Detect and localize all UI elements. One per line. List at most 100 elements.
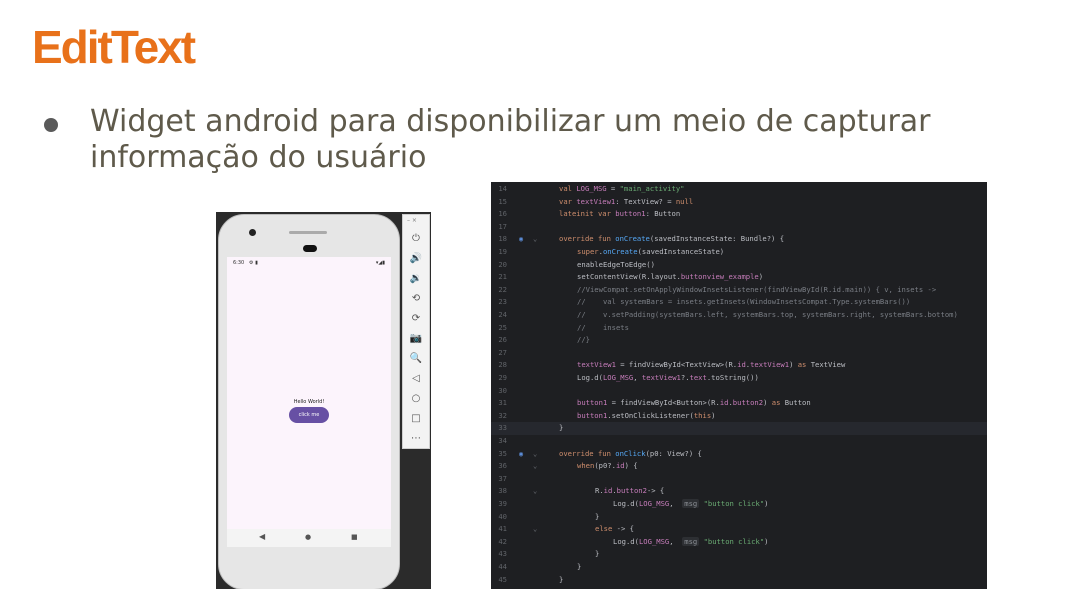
code-line: 35 ◉ ⌄ override fun onClick(p0: View?) {	[491, 448, 987, 461]
line-number: 43	[498, 549, 507, 559]
line-number: 24	[498, 310, 507, 319]
camera-screenshot-icon[interactable]: 📷	[408, 331, 424, 347]
override-gutter-icon[interactable]: ◉	[519, 233, 523, 246]
code-text: button1.setOnClickListener(this)	[577, 410, 716, 420]
line-number: 23	[498, 297, 507, 307]
recents-nav-icon[interactable]: ■	[351, 533, 358, 541]
override-gutter-icon[interactable]: ◉	[519, 448, 523, 461]
click-me-button[interactable]: click me	[289, 407, 329, 423]
line-number: 17	[498, 221, 507, 231]
line-number: 15	[498, 196, 507, 206]
code-text: lateinit var button1: Button	[559, 209, 681, 219]
back-nav-icon[interactable]: ◀	[259, 532, 265, 541]
speaker-grill	[289, 231, 327, 234]
status-time: 6:30	[233, 260, 245, 266]
code-text: }	[577, 562, 582, 571]
bullet-dot	[44, 118, 58, 132]
phone-screen: 6:30 ⚙ ▮ ▾◢▮ Hello World! click me	[227, 257, 391, 547]
zoom-icon[interactable]: 🔍	[408, 351, 424, 367]
code-line: 42 Log.d(LOG_MSG, msg "button click")	[491, 536, 987, 549]
code-text: when(p0?.id) {	[577, 461, 638, 471]
fold-chevron-icon[interactable]: ⌄	[533, 448, 537, 461]
code-text: Log.d(LOG_MSG, textView1?.text.toString(…	[577, 373, 759, 382]
code-text: super.onCreate(savedInstanceState)	[577, 247, 725, 256]
code-line: 45}	[491, 574, 987, 587]
code-line: 41 ⌄ else -> {	[491, 523, 987, 536]
line-number: 16	[498, 209, 507, 219]
code-line: 16 lateinit var button1: Button	[491, 208, 987, 221]
home-icon[interactable]: ○	[408, 391, 424, 407]
code-line: 19 super.onCreate(savedInstanceState)	[491, 246, 987, 259]
code-text: Log.d(LOG_MSG, msg "button click")	[613, 536, 769, 546]
volume-down-icon[interactable]: 🔉	[408, 271, 424, 287]
volume-up-icon[interactable]: 🔊	[408, 251, 424, 267]
code-line: 29 Log.d(LOG_MSG, textView1?.text.toStrin…	[491, 372, 987, 385]
code-line: 27	[491, 347, 987, 360]
code-line: 23 // val systemBars = insets.getInsets(W…	[491, 296, 987, 309]
fold-chevron-icon[interactable]: ⌄	[533, 485, 537, 498]
code-line: 37	[491, 473, 987, 486]
slide-title: EditText	[32, 21, 196, 73]
power-icon[interactable]: ⏻	[408, 231, 424, 247]
code-text: }	[559, 574, 564, 584]
line-number: 34	[498, 436, 507, 445]
code-editor-screenshot: 14 val LOG_MSG = "main_activity" 15 var tex…	[491, 182, 987, 589]
code-text: else -> {	[595, 524, 634, 534]
line-number: 22	[498, 284, 507, 294]
code-text: // insets	[577, 322, 629, 332]
line-number: 26	[498, 335, 507, 345]
code-text: enableEdgeToEdge()	[577, 259, 655, 269]
code-text: val LOG_MSG = "main_activity"	[559, 184, 685, 193]
line-number: 37	[498, 473, 507, 483]
hello-text: Hello World!	[293, 399, 325, 405]
line-number: 30	[498, 385, 507, 395]
code-line: 25 // insets	[491, 322, 987, 335]
code-line: 32 button1.setOnClickListener(this)	[491, 410, 987, 423]
more-icon[interactable]: ⋯	[408, 431, 424, 447]
line-number: 28	[498, 360, 507, 370]
earpiece	[303, 245, 317, 252]
signal-icon: ▾◢▮	[375, 260, 385, 266]
line-number: 19	[498, 247, 507, 256]
window-controls[interactable]: – ×	[407, 217, 417, 224]
code-line: 28 textView1 = findViewById<TextView>(R.i…	[491, 359, 987, 372]
status-bar: 6:30 ⚙ ▮ ▾◢▮	[227, 257, 391, 269]
code-line: 30	[491, 385, 987, 398]
code-line: 14 val LOG_MSG = "main_activity"	[491, 183, 987, 196]
line-number: 39	[498, 499, 507, 508]
code-text: R.id.button2-> {	[595, 486, 665, 496]
rotate-left-icon[interactable]: ⟲	[408, 291, 424, 307]
code-line: 44}	[491, 561, 987, 574]
line-number: 32	[498, 410, 507, 420]
code-text: var textView1: TextView? = null	[559, 196, 694, 206]
code-line: 33}	[491, 422, 987, 435]
line-number: 36	[498, 461, 507, 471]
code-line: 22 //ViewCompat.setOnApplyWindowInsetsLis…	[491, 284, 987, 297]
home-nav-icon[interactable]: ●	[305, 533, 311, 541]
code-text: }	[595, 511, 600, 521]
bullet-text: Widget android para disponibilizar um me…	[90, 104, 931, 175]
line-number: 21	[498, 272, 507, 282]
line-number: 35	[498, 448, 507, 458]
code-line: 20 enableEdgeToEdge()	[491, 259, 987, 272]
line-number: 14	[498, 184, 507, 193]
overview-icon[interactable]: □	[408, 411, 424, 427]
fold-chevron-icon[interactable]: ⌄	[533, 233, 537, 246]
emulator-toolbar: – × ⏻ 🔊 🔉 ⟲ ⟳ 📷 🔍 ◁ ○ □ ⋯	[402, 214, 430, 449]
code-text: // val systemBars = insets.getInsets(Win…	[577, 297, 911, 307]
code-line: 34	[491, 435, 987, 448]
line-number: 40	[498, 511, 507, 521]
code-text: override fun onCreate(savedInstanceState…	[559, 234, 785, 244]
fold-chevron-icon[interactable]: ⌄	[533, 460, 537, 473]
line-number: 45	[498, 574, 507, 584]
code-line: 38 ⌄ R.id.button2-> {	[491, 485, 987, 498]
back-icon[interactable]: ◁	[408, 371, 424, 387]
rotate-right-icon[interactable]: ⟳	[408, 311, 424, 327]
fold-chevron-icon[interactable]: ⌄	[533, 523, 537, 536]
line-number: 42	[498, 536, 507, 546]
code-line: 40}	[491, 511, 987, 524]
code-line: 31 button1 = findViewById<Button>(R.id.bu…	[491, 397, 987, 410]
code-line: 21 setContentView(R.layout.buttonview_exa…	[491, 271, 987, 284]
code-line: 36 ⌄ when(p0?.id) {	[491, 460, 987, 473]
code-line: 17	[491, 221, 987, 234]
